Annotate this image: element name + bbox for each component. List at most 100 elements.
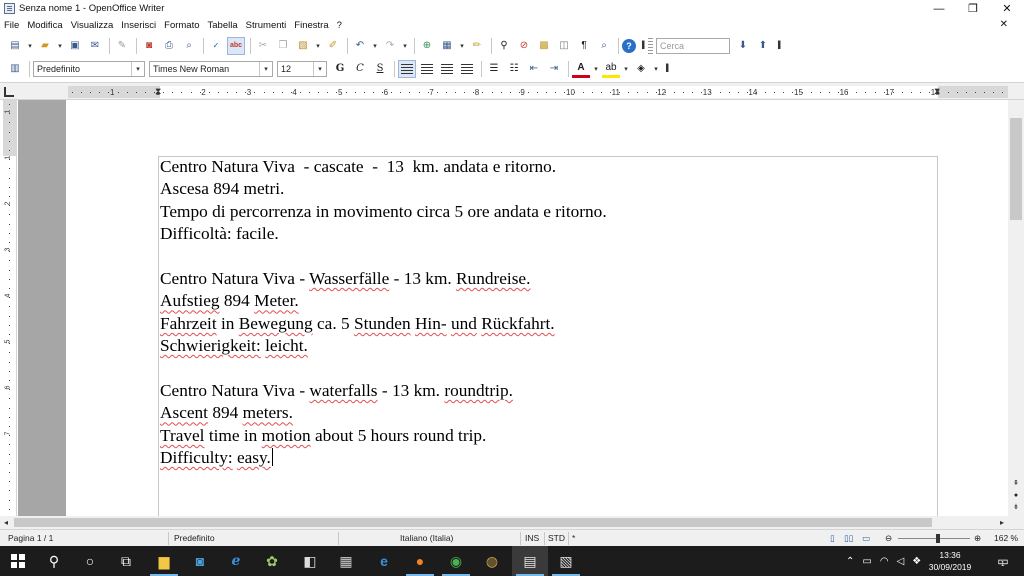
volume-icon[interactable]: ◁ [897,556,905,567]
close-button[interactable]: ✕ [990,0,1024,17]
edge-icon[interactable]: e [366,546,402,576]
decrease-indent-icon[interactable]: ⇤ [525,60,543,78]
spellcheck-icon[interactable]: ✓ [207,37,225,55]
font-size-select[interactable]: 12 ▾ [277,60,327,77]
chrome-icon[interactable]: ◉ [438,546,474,576]
document-text-line[interactable]: Centro Natura Viva - waterfalls - 13 km.… [160,380,513,402]
menu-tabella[interactable]: Tabella [208,20,238,31]
font-color-dropdown-icon[interactable]: ▾ [592,60,600,78]
vertical-scrollbar-thumb[interactable] [1010,118,1022,220]
paragraph-style-select[interactable]: Predefinito ▾ [33,60,145,77]
align-center-button[interactable] [418,60,436,78]
document-text-line[interactable]: Difficulty: easy. [160,447,273,469]
align-left-button[interactable] [398,59,416,78]
dropbox-icon[interactable]: ❖ [912,556,921,567]
calculator-icon[interactable]: ▦ [328,546,364,576]
print-icon[interactable]: ⎙ [160,37,178,55]
chevron-down-icon[interactable]: ▾ [313,61,326,76]
email-icon[interactable]: ✉ [86,37,104,55]
text-language[interactable]: Italiano (Italia) [400,533,453,543]
paste-icon[interactable]: ▧ [294,37,312,55]
zoom-slider-handle[interactable] [936,534,940,543]
find-replace-icon[interactable]: ⚲ [495,37,513,55]
print-preview-icon[interactable]: ⌕ [180,37,198,55]
edit-file-icon[interactable]: ✎ [113,37,131,55]
zoom-out-icon[interactable]: ⊖ [885,533,892,544]
gallery-icon[interactable]: ▩ [535,37,553,55]
bullets-icon[interactable]: ☷ [505,60,523,78]
navigation-icon[interactable]: ● [1011,490,1021,500]
new-dropdown-icon[interactable]: ▾ [26,37,34,55]
table-dropdown-icon[interactable]: ▾ [458,37,466,55]
hyperlink-icon[interactable]: ⊕ [418,37,436,55]
open-folder-icon[interactable]: ▰ [36,37,54,55]
menu-help[interactable]: ? [337,20,342,31]
background-color-icon[interactable]: ◈ [632,60,650,78]
redo-icon[interactable]: ↷ [381,37,399,55]
underline-button[interactable]: S [371,60,389,78]
menu-modifica[interactable]: Modifica [27,20,62,31]
document-text-line[interactable]: Ascesa 894 metri. [160,178,284,200]
start-button[interactable] [0,546,36,576]
horizontal-scrollbar[interactable]: ◂ ▸ [0,516,1024,529]
menu-file[interactable]: File [4,20,19,31]
data-sources-icon[interactable]: ◫ [555,37,573,55]
photos-icon[interactable]: ▧ [548,546,584,576]
font-name-select[interactable]: Times New Roman ▾ [149,60,273,77]
zoom-slider[interactable] [898,538,970,539]
search-icon[interactable]: ⚲ [36,546,72,576]
justify-button[interactable] [458,60,476,78]
internet-explorer-icon[interactable]: e [218,546,254,576]
zoom-icon[interactable]: ⌕ [595,37,613,55]
format-paintbrush-icon[interactable]: ✐ [324,37,342,55]
next-page-icon[interactable]: ⇟ [1011,502,1021,512]
left-indent-marker[interactable]: ⧗ [155,86,161,97]
vertical-scrollbar[interactable]: ⇞ ● ⇟ [1008,100,1024,516]
draw-functions-icon[interactable]: ✏ [468,37,486,55]
highlighting-dropdown-icon[interactable]: ▾ [622,60,630,78]
horizontal-scrollbar-thumb[interactable] [14,518,932,527]
single-page-view-icon[interactable]: ▯ [830,533,835,544]
background-color-dropdown-icon[interactable]: ▾ [652,60,660,78]
notifications-icon[interactable]: ▭ 1 [986,546,1016,576]
format-toolbar-overflow-icon[interactable]: ▐ [662,60,670,78]
help-icon[interactable]: ? [622,38,636,53]
table-icon[interactable]: ▦ [438,37,456,55]
menu-formato[interactable]: Formato [164,20,199,31]
auto-spellcheck-icon[interactable]: abc [227,36,245,55]
export-pdf-icon[interactable]: ◙ [140,37,158,55]
menu-strumenti[interactable]: Strumenti [246,20,287,31]
document-text-line[interactable]: Difficoltà: facile. [160,223,279,245]
document-text-line[interactable]: Tempo di percorrenza in movimento circa … [160,201,607,223]
maximize-button[interactable]: ❐ [956,0,990,17]
cortana-icon[interactable]: ○ [72,546,108,576]
insert-mode[interactable]: INS [525,533,539,543]
copy-icon[interactable]: ❐ [274,37,292,55]
find-next-icon[interactable]: ⬇ [734,37,752,55]
document-text-line[interactable]: Aufstieg 894 Meter. [160,290,299,312]
formatting-marks-icon[interactable]: ¶ [575,37,593,55]
save-icon[interactable]: ▣ [66,37,84,55]
document-area[interactable]: Centro Natura Viva - cascate - 13 km. an… [18,100,1008,516]
document-text-line[interactable]: Fahrzeit in Bewegung ca. 5 Stunden Hin- … [160,313,555,335]
align-right-button[interactable] [438,60,456,78]
app-icon[interactable]: ◙ [182,546,218,576]
firefox-icon[interactable]: ● [402,546,438,576]
font-color-icon[interactable]: A [572,60,590,78]
increase-indent-icon[interactable]: ⇥ [545,60,563,78]
numbering-icon[interactable]: ☰ [485,60,503,78]
bold-button[interactable]: G [331,60,349,78]
tab-stop-type-icon[interactable] [4,87,14,97]
clock[interactable]: 13:36 30/09/2019 [928,549,972,573]
openoffice-writer-icon[interactable]: ▤ [512,546,548,576]
toolbar-grip[interactable] [648,37,653,54]
highlighting-icon[interactable]: ab [602,60,620,78]
document-text-line[interactable]: Centro Natura Viva - cascate - 13 km. an… [160,156,556,178]
find-previous-icon[interactable]: ⬆ [754,37,772,55]
document-text-line[interactable]: Ascent 894 meters. [160,402,293,424]
toolbar-overflow-icon[interactable]: ▐ [638,37,646,55]
app-icon[interactable]: ◧ [292,546,328,576]
previous-page-icon[interactable]: ⇞ [1011,478,1021,488]
cut-icon[interactable]: ✂ [254,37,272,55]
selection-mode[interactable]: STD [548,533,565,543]
